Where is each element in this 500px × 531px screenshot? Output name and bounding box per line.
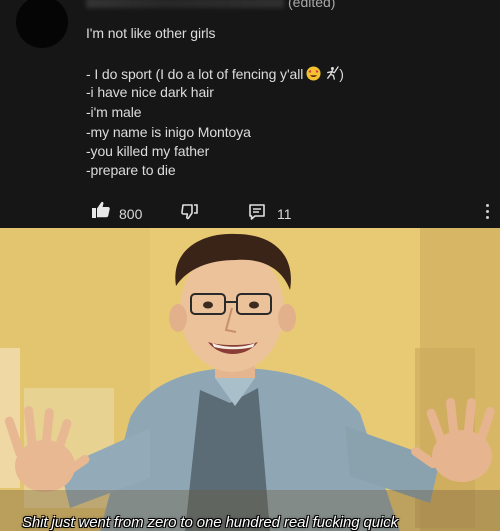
comment-line-4: -i'm male (86, 104, 142, 120)
comment-line-1: I'm not like other girls (86, 25, 216, 41)
reply-count: 11 (277, 206, 292, 222)
comment-line-5: -my name is inigo Montoya (86, 124, 251, 140)
meme-caption: Shit just went from zero to one hundred … (22, 514, 399, 531)
comment-line-7: -prepare to die (86, 162, 176, 178)
comment-actions: 800 11 (0, 200, 500, 228)
meme-illustration (0, 228, 500, 531)
thumbs-down-icon[interactable] (180, 202, 200, 222)
reply-icon[interactable] (248, 203, 266, 221)
comment-line-2-trailer: ) (339, 66, 344, 82)
comment-line-6: -you killed my father (86, 143, 210, 159)
avatar[interactable] (16, 0, 68, 48)
edited-label: (edited) (288, 0, 336, 10)
meme-image: Shit just went from zero to one hundred … (0, 228, 500, 531)
comment-line-2: - I do sport (I do a lot of fencing y'al… (86, 66, 344, 82)
more-vertical-icon[interactable] (486, 204, 489, 222)
comment-line-3: -i have nice dark hair (86, 84, 214, 100)
comment-line-2-text: - I do sport (I do a lot of fencing y'al… (86, 66, 304, 82)
fencing-emoji-icon (327, 66, 339, 80)
blurred-username (86, 0, 284, 8)
like-count: 800 (119, 206, 143, 222)
heart-eyes-emoji-icon (306, 66, 321, 81)
thumbs-up-icon[interactable] (91, 200, 111, 220)
comment-panel: (edited) I'm not like other girls - I do… (0, 0, 500, 228)
